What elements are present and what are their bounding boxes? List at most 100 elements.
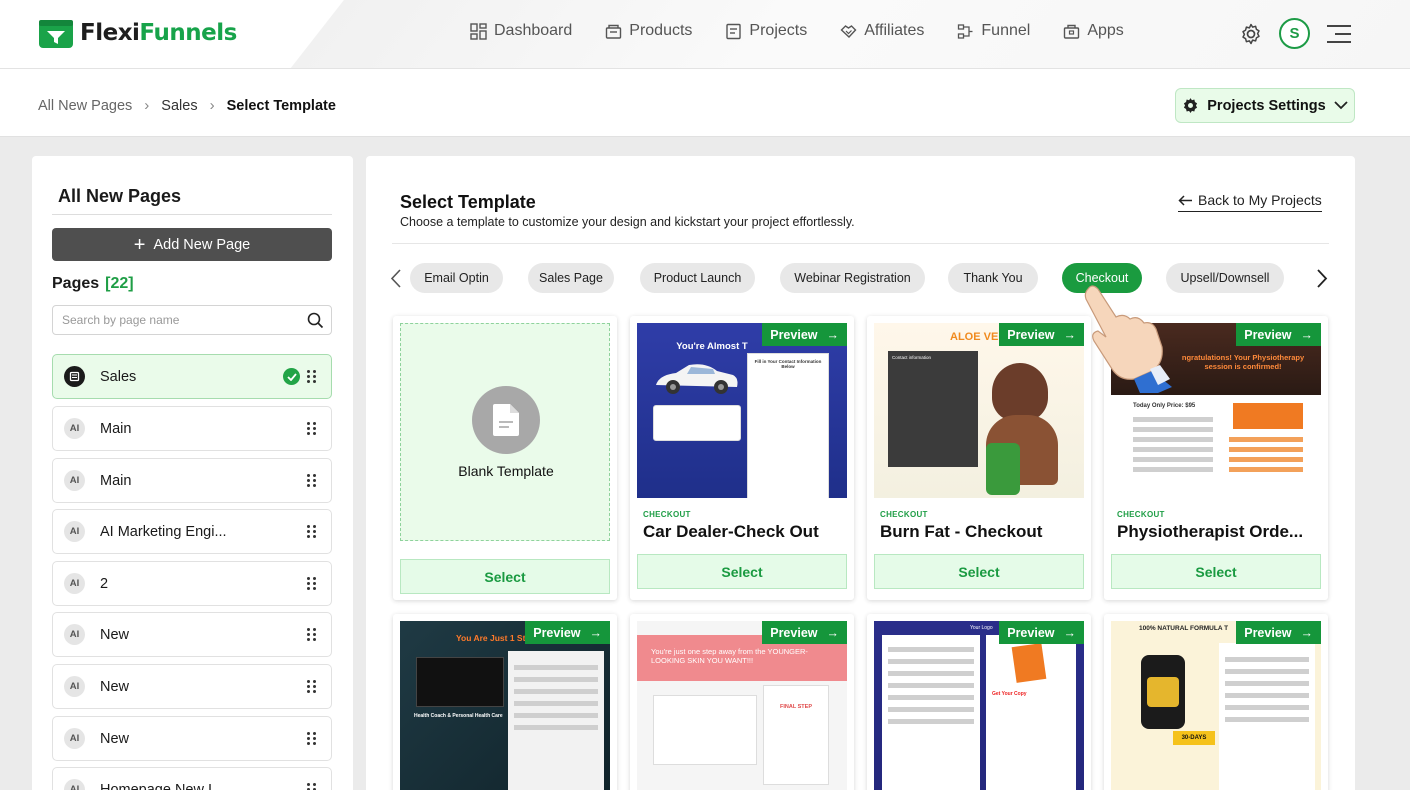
page-item[interactable]: AI AI Marketing Engi... bbox=[52, 509, 332, 554]
order-form bbox=[882, 635, 980, 790]
contact-form: Contact information bbox=[888, 351, 978, 467]
category-chip[interactable]: Email Optin bbox=[410, 263, 503, 293]
nav-projects[interactable]: Projects bbox=[725, 22, 807, 40]
plus-icon: + bbox=[133, 233, 146, 256]
arrow-right-icon: → bbox=[826, 327, 840, 342]
template-name: Physiotherapist Orde... bbox=[1117, 522, 1304, 541]
menu-icon[interactable] bbox=[1326, 24, 1352, 44]
category-chip[interactable]: Sales Page bbox=[528, 263, 614, 293]
pages-sidebar: All New Pages + Add New Page Pages [22] S… bbox=[32, 156, 353, 790]
nav-projects-label: Projects bbox=[749, 22, 808, 39]
drag-handle-icon[interactable] bbox=[307, 679, 317, 694]
nav-funnel[interactable]: Funnel bbox=[957, 22, 1030, 40]
back-to-projects-link[interactable]: Back to My Projects bbox=[1178, 192, 1322, 212]
chevron-down-icon bbox=[1334, 101, 1348, 110]
drag-handle-icon[interactable] bbox=[307, 782, 317, 790]
chevron-left-icon[interactable] bbox=[390, 269, 402, 288]
page-item-label: Main bbox=[100, 420, 132, 437]
page-item[interactable]: AI Main bbox=[52, 458, 332, 503]
apps-icon bbox=[1064, 24, 1080, 39]
thumb-headline: You're Almost T bbox=[676, 341, 748, 352]
template-category: CHECKOUT bbox=[880, 510, 928, 519]
template-thumbnail[interactable]: You're just one step away from the YOUNG… bbox=[637, 621, 847, 790]
nav-affiliates[interactable]: Affiliates bbox=[840, 22, 924, 40]
ai-badge: AI bbox=[64, 521, 85, 542]
projects-settings-button[interactable]: Projects Settings bbox=[1175, 88, 1355, 123]
funnel-icon bbox=[958, 23, 973, 39]
select-button[interactable]: Select bbox=[637, 554, 847, 589]
preview-button[interactable]: Preview → bbox=[999, 621, 1084, 644]
affiliates-icon bbox=[840, 24, 857, 38]
main-nav: Dashboard Products Projects Affiliates F… bbox=[470, 22, 1124, 40]
nav-funnel-label: Funnel bbox=[981, 22, 1031, 39]
divider bbox=[392, 243, 1329, 244]
template-thumbnail[interactable]: Your Logo Get Your Copy Preview → bbox=[874, 621, 1084, 790]
page-item[interactable]: AI New bbox=[52, 664, 332, 709]
template-thumbnail[interactable]: ALOE VE Contact information Preview → bbox=[874, 323, 1084, 498]
preview-button[interactable]: Preview → bbox=[1236, 323, 1321, 346]
drag-handle-icon[interactable] bbox=[307, 627, 317, 642]
chevron-right-icon[interactable] bbox=[1316, 269, 1328, 288]
drag-handle-icon[interactable] bbox=[307, 473, 317, 488]
gear-icon[interactable] bbox=[1239, 22, 1263, 46]
page-item[interactable]: AI New bbox=[52, 716, 332, 761]
preview-button[interactable]: Preview → bbox=[525, 621, 610, 644]
sidebar-title: All New Pages bbox=[58, 186, 182, 206]
page-type-icon bbox=[64, 366, 85, 387]
header-actions: S bbox=[1239, 18, 1352, 49]
preview-button[interactable]: Preview → bbox=[1236, 621, 1321, 644]
ai-badge: AI bbox=[64, 573, 85, 594]
preview-button[interactable]: Preview → bbox=[762, 621, 847, 644]
arrow-right-icon: → bbox=[826, 625, 840, 640]
preview-button[interactable]: Preview → bbox=[762, 323, 847, 346]
nav-products[interactable]: Products bbox=[605, 22, 692, 40]
preview-button[interactable]: Preview → bbox=[999, 323, 1084, 346]
drag-handle-icon[interactable] bbox=[307, 576, 317, 591]
category-chip[interactable]: Product Launch bbox=[640, 263, 755, 293]
ai-badge: AI bbox=[64, 728, 85, 749]
nav-dashboard[interactable]: Dashboard bbox=[470, 22, 572, 40]
blank-template-label: Blank Template bbox=[458, 463, 554, 479]
add-new-page-button[interactable]: + Add New Page bbox=[52, 228, 332, 261]
template-thumbnail[interactable]: You're Almost T Fill in Your Contact Inf… bbox=[637, 323, 847, 498]
template-panel: Select Template Choose a template to cus… bbox=[366, 156, 1355, 790]
category-chip[interactable]: Thank You bbox=[948, 263, 1038, 293]
pointer-hand-icon bbox=[1084, 285, 1172, 393]
nav-apps[interactable]: Apps bbox=[1063, 22, 1124, 40]
select-button[interactable]: Select bbox=[874, 554, 1084, 589]
drag-handle-icon[interactable] bbox=[307, 731, 317, 746]
drag-handle-icon[interactable] bbox=[307, 369, 317, 384]
page-item-label: New bbox=[100, 678, 130, 695]
page-item[interactable]: AI New bbox=[52, 612, 332, 657]
select-button[interactable]: Select bbox=[1111, 554, 1321, 589]
template-thumbnail[interactable]: 100% NATURAL FORMULA T 30-DAYS Preview → bbox=[1111, 621, 1321, 790]
arrow-left-icon bbox=[1178, 194, 1192, 206]
search-icon[interactable] bbox=[307, 312, 324, 329]
user-avatar[interactable]: S bbox=[1279, 18, 1310, 49]
breadcrumb-all-new-pages[interactable]: All New Pages bbox=[38, 98, 132, 114]
drag-handle-icon[interactable] bbox=[307, 421, 317, 436]
order-form bbox=[1219, 643, 1315, 790]
category-chip[interactable]: Upsell/Downsell bbox=[1166, 263, 1284, 293]
blank-template-card[interactable]: Blank Template Select bbox=[393, 316, 617, 600]
page-subtitle: Choose a template to customize your desi… bbox=[400, 215, 855, 229]
page-item[interactable]: AI Main bbox=[52, 406, 332, 451]
page-item[interactable]: AI 2 bbox=[52, 561, 332, 606]
ai-badge: AI bbox=[64, 624, 85, 645]
page-item-sales[interactable]: Sales bbox=[52, 354, 332, 399]
drag-handle-icon[interactable] bbox=[307, 524, 317, 539]
category-filter: Email Optin Sales Page Product Launch We… bbox=[390, 263, 1334, 293]
pages-count: [22] bbox=[105, 275, 134, 292]
breadcrumb-sales[interactable]: Sales bbox=[161, 98, 197, 114]
product-image bbox=[1233, 403, 1303, 429]
template-thumbnail[interactable]: You Are Just 1 Step Health Coach & Perso… bbox=[400, 621, 610, 790]
nav-dashboard-label: Dashboard bbox=[494, 22, 573, 39]
brand-logo[interactable]: FlexiFunnels bbox=[38, 16, 237, 50]
chevron-right-icon: › bbox=[209, 97, 215, 114]
page-search-input[interactable] bbox=[53, 306, 293, 334]
page-item[interactable]: AI Homepage New I... bbox=[52, 767, 332, 790]
select-button[interactable]: Select bbox=[400, 559, 610, 594]
page-title: Select Template bbox=[400, 192, 536, 212]
category-chip[interactable]: Webinar Registration bbox=[780, 263, 925, 293]
blank-template-area[interactable]: Blank Template bbox=[400, 323, 610, 541]
